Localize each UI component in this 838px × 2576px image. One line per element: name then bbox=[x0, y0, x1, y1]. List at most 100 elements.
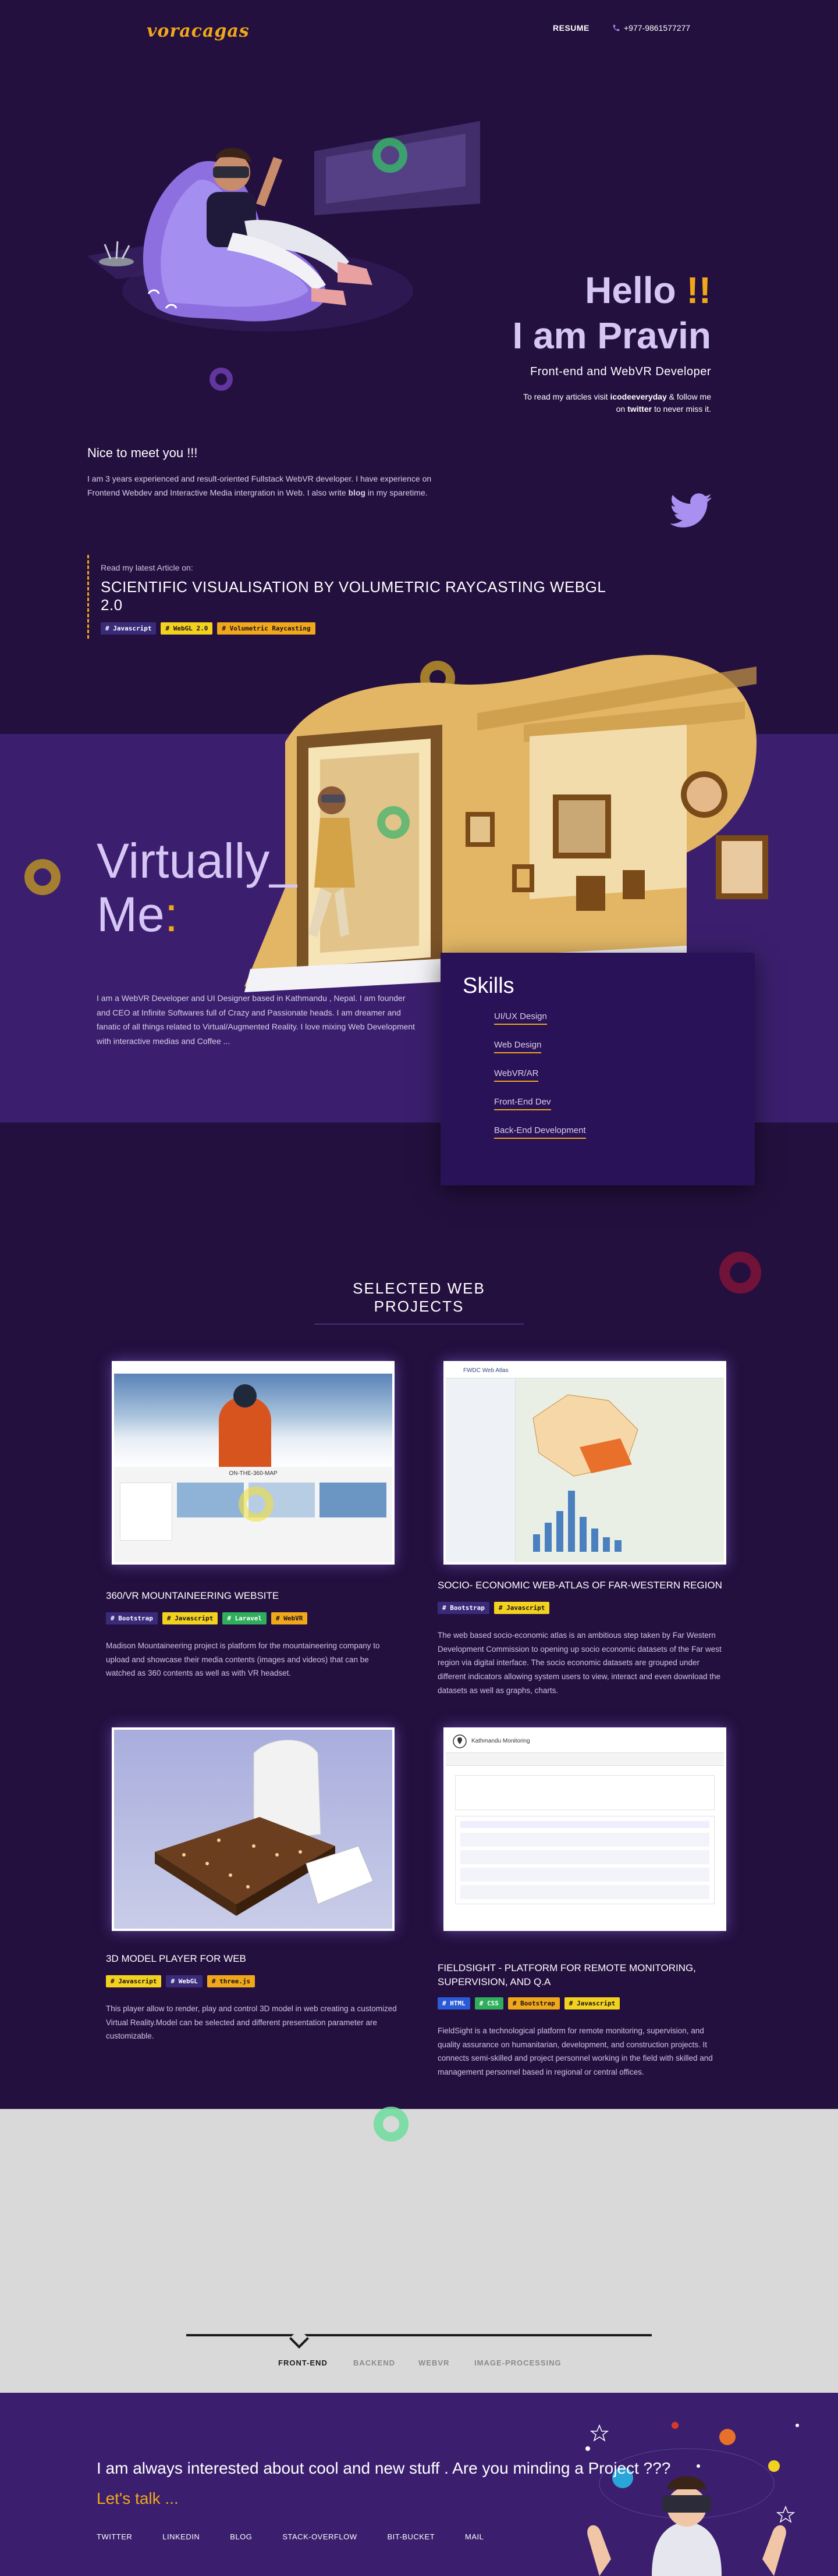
latest-article[interactable]: Read my latest Article on: SCIENTIFIC VI… bbox=[87, 555, 611, 639]
footer-link-stackoverflow[interactable]: STACK-OVERFLOW bbox=[282, 2532, 357, 2541]
twitter-icon[interactable] bbox=[669, 493, 712, 528]
decor-ring-green bbox=[372, 138, 407, 173]
tag: # Javascript bbox=[101, 622, 157, 635]
tab-backend[interactable]: BACKEND bbox=[353, 2358, 395, 2367]
thumb-toolbar bbox=[446, 1753, 724, 1766]
decor-ring-red bbox=[719, 1252, 761, 1294]
project-title[interactable]: SOCIO- ECONOMIC WEB-ATLAS OF FAR-WESTERN… bbox=[438, 1579, 729, 1592]
tag: # Javascript bbox=[162, 1612, 218, 1624]
title-word: Me bbox=[97, 887, 165, 942]
tag: # HTML bbox=[438, 1997, 470, 2010]
intro-text: I am 3 years experienced and result-orie… bbox=[87, 472, 448, 500]
footer-link-blog[interactable]: BLOG bbox=[230, 2532, 252, 2541]
about-title-line1: Virtually_ bbox=[97, 834, 297, 888]
twitter-link[interactable]: twitter bbox=[627, 404, 652, 414]
skill-item: WebVR/AR bbox=[494, 1068, 539, 1082]
hello-bang: !! bbox=[686, 269, 711, 311]
tag: # Bootstrap bbox=[438, 1602, 489, 1614]
footer-link-bitbucket[interactable]: BIT-BUCKET bbox=[387, 2532, 435, 2541]
phone-link[interactable]: +977-9861577277 bbox=[612, 23, 690, 33]
project-tags: # Javascript # WebGL # three.js bbox=[106, 1975, 255, 1987]
space-vr-illustration bbox=[585, 2422, 799, 2576]
project-title[interactable]: 3D MODEL PLAYER FOR WEB bbox=[106, 1952, 397, 1966]
intro-blog-link[interactable]: blog bbox=[349, 488, 366, 497]
project-tags: # Bootstrap # Javascript bbox=[438, 1602, 550, 1614]
project-thumbnail-mountaineering[interactable]: ON-THE-360-MAP bbox=[112, 1361, 395, 1565]
article-tags: # Javascript # WebGL 2.0 # Volumetric Ra… bbox=[101, 622, 611, 635]
tag: # Bootstrap bbox=[106, 1612, 158, 1624]
tag: # Javascript bbox=[564, 1997, 620, 2010]
footer-links: TWITTER LINKEDIN BLOG STACK-OVERFLOW BIT… bbox=[97, 2532, 484, 2541]
cta-text: I am always interested about cool and ne… bbox=[97, 2459, 671, 2477]
tag: # WebVR bbox=[271, 1612, 308, 1624]
skill-item: UI/UX Design bbox=[494, 1011, 547, 1025]
about-title-line2: Me: bbox=[97, 888, 297, 941]
skill-item: Front-End Dev bbox=[494, 1097, 551, 1110]
decor-ring-green-2 bbox=[377, 806, 410, 839]
hero-hello: Hello !! bbox=[585, 269, 711, 312]
project-description: The web based socio-economic atlas is an… bbox=[438, 1631, 722, 1695]
phone-number: +977-9861577277 bbox=[624, 23, 691, 33]
hello-text: Hello bbox=[585, 269, 676, 311]
site-logo[interactable]: voracagas bbox=[147, 21, 250, 41]
skill-item: Web Design bbox=[494, 1040, 542, 1053]
project-thumbnail-fieldsight[interactable]: Kathmandu Monitoring bbox=[443, 1727, 726, 1931]
hero-role: Front-end and WebVR Developer bbox=[530, 365, 711, 378]
hero-illustration bbox=[87, 121, 480, 332]
tag: # CSS bbox=[474, 1997, 503, 2010]
footer-link-linkedin[interactable]: LINKEDIN bbox=[162, 2532, 200, 2541]
tab-front-end[interactable]: FRONT-END bbox=[278, 2358, 328, 2367]
article-title[interactable]: SCIENTIFIC VISUALISATION BY VOLUMETRIC R… bbox=[101, 578, 611, 614]
location-pin-icon bbox=[453, 1734, 467, 1748]
hero-note: To read my articles visit icodeeveryday … bbox=[513, 391, 711, 415]
project-description: FieldSight is a technological platform f… bbox=[438, 2026, 713, 2076]
tag: # three.js bbox=[207, 1975, 255, 1987]
tag: # WebGL bbox=[166, 1975, 203, 1987]
footer-link-mail[interactable]: MAIL bbox=[465, 2532, 484, 2541]
hero-name: I am Pravin bbox=[512, 315, 712, 357]
note-text: to never miss it. bbox=[652, 404, 711, 414]
phone-icon bbox=[613, 24, 620, 31]
thumb-heading: FWDC Web Atlas bbox=[446, 1363, 724, 1378]
blog-link[interactable]: icodeeveryday bbox=[610, 392, 666, 401]
about-title: Virtually_ Me: bbox=[97, 834, 297, 942]
thumb-heading: Kathmandu Monitoring bbox=[471, 1738, 530, 1744]
project-description: This player allow to render, play and co… bbox=[106, 2004, 397, 2041]
title-colon: : bbox=[164, 887, 179, 942]
intro-text-part: in my sparetime. bbox=[365, 487, 428, 497]
skills-title: Skills bbox=[463, 974, 514, 998]
project-thumbnail-3d-player[interactable] bbox=[112, 1727, 395, 1931]
title-underscore: _ bbox=[269, 833, 297, 888]
thumb-heading: ON-THE-360-MAP bbox=[229, 1470, 278, 1477]
skills-card: Skills UI/UX Design Web Design WebVR/AR … bbox=[441, 953, 755, 1185]
tag: # Volumetric Raycasting bbox=[217, 622, 315, 635]
tab-webvr[interactable]: WEBVR bbox=[418, 2358, 449, 2367]
article-label: Read my latest Article on: bbox=[101, 563, 193, 572]
portfolio-area bbox=[0, 2109, 838, 2393]
tabs-divider bbox=[186, 2334, 652, 2336]
project-title[interactable]: FIELDSIGHT - PLATFORM FOR REMOTE MONITOR… bbox=[438, 1961, 729, 1989]
project-title[interactable]: 360/VR MOUNTAINEERING WEBSITE bbox=[106, 1589, 397, 1603]
tag: # Bootstrap bbox=[507, 1997, 560, 2010]
lets-talk-link[interactable]: Let's talk ... bbox=[97, 2489, 179, 2508]
tag: # Javascript bbox=[493, 1602, 550, 1614]
tag: # WebGL 2.0 bbox=[161, 622, 213, 635]
thumb-content bbox=[446, 1766, 724, 1914]
footer-link-twitter[interactable]: TWITTER bbox=[97, 2532, 132, 2541]
projects-heading: SELECTED WEB PROJECTS bbox=[314, 1280, 524, 1324]
project-tags: # HTML # CSS # Bootstrap # Javascript bbox=[438, 1997, 620, 2010]
title-word: Virtually bbox=[97, 833, 270, 888]
decor-ring-purple bbox=[210, 368, 233, 391]
tag: # Javascript bbox=[106, 1975, 162, 1987]
thumb-header: Kathmandu Monitoring bbox=[446, 1730, 724, 1753]
skill-item: Back-End Development bbox=[494, 1125, 586, 1139]
about-description: I am a WebVR Developer and UI Designer b… bbox=[97, 993, 416, 1046]
intro-title: Nice to meet you !!! bbox=[87, 446, 198, 460]
project-description: Madison Mountaineering project is platfo… bbox=[106, 1641, 380, 1678]
tab-image-processing[interactable]: IMAGE-PROCESSING bbox=[474, 2358, 562, 2367]
project-tags: # Bootstrap # Javascript # Laravel # Web… bbox=[106, 1612, 308, 1624]
thumb-navbar bbox=[114, 1363, 392, 1374]
note-text: To read my articles visit bbox=[523, 392, 610, 401]
resume-link[interactable]: RESUME bbox=[553, 23, 590, 33]
project-thumbnail-web-atlas[interactable]: FWDC Web Atlas bbox=[443, 1361, 726, 1565]
